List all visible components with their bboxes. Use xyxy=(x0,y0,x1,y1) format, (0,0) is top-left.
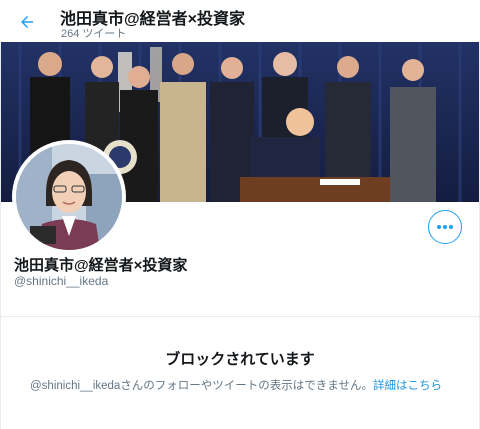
profile-handle: @shinichi__ikeda xyxy=(14,274,109,288)
more-horizontal-icon xyxy=(437,225,453,229)
tweet-count: 264 ツイート xyxy=(61,28,127,40)
blocked-title: ブロックされています xyxy=(165,351,315,368)
back-button[interactable] xyxy=(14,9,40,35)
blocked-message: @shinichi__ikedaさんのフォローやツイートの表示はできません。詳細… xyxy=(30,377,442,393)
left-border xyxy=(0,42,1,429)
blocked-message-text: @shinichi__ikedaさんのフォローやツイートの表示はできません。 xyxy=(30,380,373,392)
learn-more-link[interactable]: 詳細はこちら xyxy=(373,380,442,392)
avatar-image xyxy=(16,144,122,250)
profile-avatar[interactable] xyxy=(12,140,126,254)
arrow-left-icon xyxy=(21,16,33,28)
section-divider xyxy=(0,316,480,317)
more-options-button[interactable] xyxy=(428,210,462,244)
profile-display-name: 池田真市@経営者×投資家 xyxy=(14,257,188,274)
top-bar: 池田真市@経営者×投資家 264 ツイート xyxy=(0,0,480,42)
